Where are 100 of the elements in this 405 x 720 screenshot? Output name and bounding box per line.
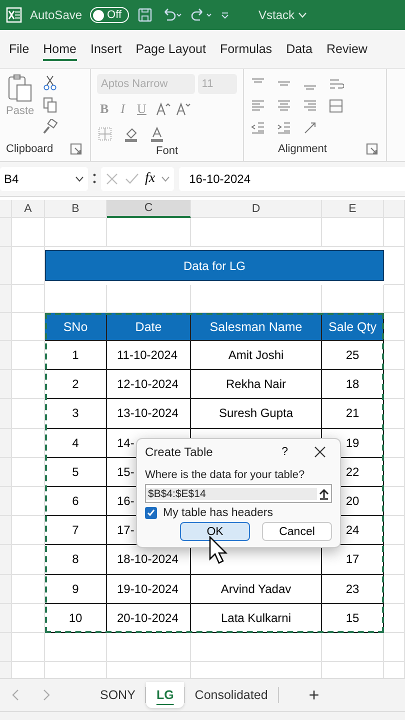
table-cell: 1 — [45, 341, 107, 370]
ribbon-tab[interactable]: Page Layout — [128, 34, 213, 64]
paste-icon[interactable] — [6, 73, 34, 103]
table-cell: Lata Kulkarni — [191, 604, 322, 633]
column-heading: Sale Qty — [322, 313, 384, 341]
ribbon-tab[interactable]: Insert — [84, 34, 129, 64]
empty-cell — [384, 313, 405, 341]
format-painter-icon[interactable] — [42, 119, 58, 135]
table-cell: 2 — [45, 370, 107, 400]
collapse-dialog-icon[interactable] — [317, 488, 331, 500]
range-field[interactable]: $B$4:$E$14 — [145, 484, 332, 503]
group-label: Clipboard — [6, 143, 54, 155]
empty-cell — [384, 545, 405, 574]
group-label: Alignment — [278, 143, 327, 155]
table-cell: Rekha Nair — [191, 370, 322, 400]
dialog-launcher-icon[interactable] — [68, 141, 84, 157]
decrease-indent-icon[interactable] — [250, 120, 266, 136]
file-name[interactable]: Vstack — [258, 8, 295, 22]
table-cell: 3 — [45, 399, 107, 429]
empty-cell — [384, 458, 405, 487]
sheet-tab[interactable]: LG — [146, 682, 184, 708]
copy-icon[interactable] — [42, 97, 58, 113]
column-heading: Date — [107, 313, 191, 341]
borders-icon[interactable] — [97, 126, 113, 142]
empty-cell — [322, 218, 384, 247]
cancel-button[interactable]: Cancel — [262, 522, 332, 541]
shrink-font-icon[interactable] — [175, 101, 194, 117]
column-header[interactable]: C — [107, 200, 191, 218]
formula-field[interactable]: 16-10-2024 — [179, 167, 405, 191]
ribbon-tab[interactable]: Home — [36, 34, 84, 64]
table-cell: 23 — [322, 574, 384, 604]
empty-cell — [384, 285, 405, 313]
table-cell: 8 — [45, 545, 107, 574]
add-sheet-button[interactable]: + — [298, 678, 330, 712]
autosave-label: AutoSave — [30, 8, 82, 22]
table-cell: 11-10-2024 — [107, 341, 191, 370]
group-label: Font — [156, 145, 178, 157]
table-cell: 25 — [322, 341, 384, 370]
redo-icon[interactable] — [190, 8, 213, 22]
ribbon-tab[interactable]: File — [2, 34, 36, 64]
table-cell: 12-10-2024 — [107, 370, 191, 400]
ribbon-tab[interactable]: Formulas — [212, 34, 280, 64]
empty-cell — [384, 399, 405, 429]
table-cell: 21 — [322, 399, 384, 429]
ribbon-tab[interactable]: Data — [279, 34, 320, 64]
empty-cell — [384, 247, 405, 285]
insert-function-button[interactable]: fx — [145, 171, 156, 187]
dialog-launcher-icon[interactable] — [364, 141, 380, 157]
table-cell: Arvind Yadav — [191, 574, 322, 604]
autosave-toggle[interactable]: Off — [90, 7, 129, 23]
caret-icon[interactable] — [75, 176, 84, 182]
table-cell: 13-10-2024 — [107, 399, 191, 429]
table-cell: Amit Joshi — [191, 341, 322, 370]
table-cell: 20-10-2024 — [107, 604, 191, 633]
orientation-icon[interactable] — [302, 120, 318, 136]
table-cell: 5 — [45, 458, 107, 487]
empty-cell — [45, 218, 107, 247]
column-header[interactable]: A — [12, 200, 45, 218]
ok-button[interactable]: OK — [180, 522, 250, 541]
excel-logo-icon — [6, 7, 22, 23]
name-box[interactable]: B4 — [0, 167, 88, 191]
table-cell: 9 — [45, 574, 107, 604]
ribbon-tab[interactable]: Review — [319, 34, 374, 64]
previous-sheet-icon[interactable] — [12, 689, 20, 701]
table-cell: 10 — [45, 604, 107, 633]
check-icon — [147, 509, 155, 517]
fill-color-icon[interactable] — [123, 126, 139, 142]
merge-icon[interactable] — [328, 98, 344, 114]
table-cell: 7 — [45, 516, 107, 546]
table-cell: 15 — [322, 604, 384, 633]
empty-cell — [322, 632, 384, 662]
empty-cell — [384, 486, 405, 516]
column-header[interactable]: D — [191, 200, 322, 218]
table-cell: 19-10-2024 — [107, 574, 191, 604]
empty-cell — [384, 428, 405, 458]
customize-caret-icon[interactable] — [220, 11, 229, 19]
table-cell: 18 — [322, 370, 384, 400]
increase-indent-icon[interactable] — [276, 120, 292, 136]
help-button[interactable]: ? — [282, 446, 288, 458]
empty-cell — [384, 516, 405, 546]
empty-cell — [384, 574, 405, 604]
column-heading: Salesman Name — [191, 313, 322, 341]
font-color-icon[interactable] — [149, 126, 165, 142]
column-header[interactable]: B — [45, 200, 107, 218]
table-cell: 4 — [45, 428, 107, 458]
table-cell: Suresh Gupta — [191, 399, 322, 429]
cut-icon[interactable] — [42, 75, 58, 91]
sheet-title: Data for LG — [45, 250, 384, 281]
save-icon[interactable] — [136, 7, 153, 23]
close-icon[interactable] — [314, 446, 326, 458]
more-icon — [93, 173, 96, 185]
headers-checkbox[interactable] — [145, 507, 157, 519]
next-sheet-icon[interactable] — [42, 689, 50, 701]
table-cell: 6 — [45, 486, 107, 516]
sheet-tab[interactable]: SONY — [90, 682, 146, 708]
empty-cell — [384, 632, 405, 662]
sheet-tab[interactable]: Consolidated — [184, 682, 278, 708]
empty-cell — [384, 370, 405, 400]
column-header[interactable]: E — [322, 200, 384, 218]
column-heading: SNo — [45, 313, 107, 341]
